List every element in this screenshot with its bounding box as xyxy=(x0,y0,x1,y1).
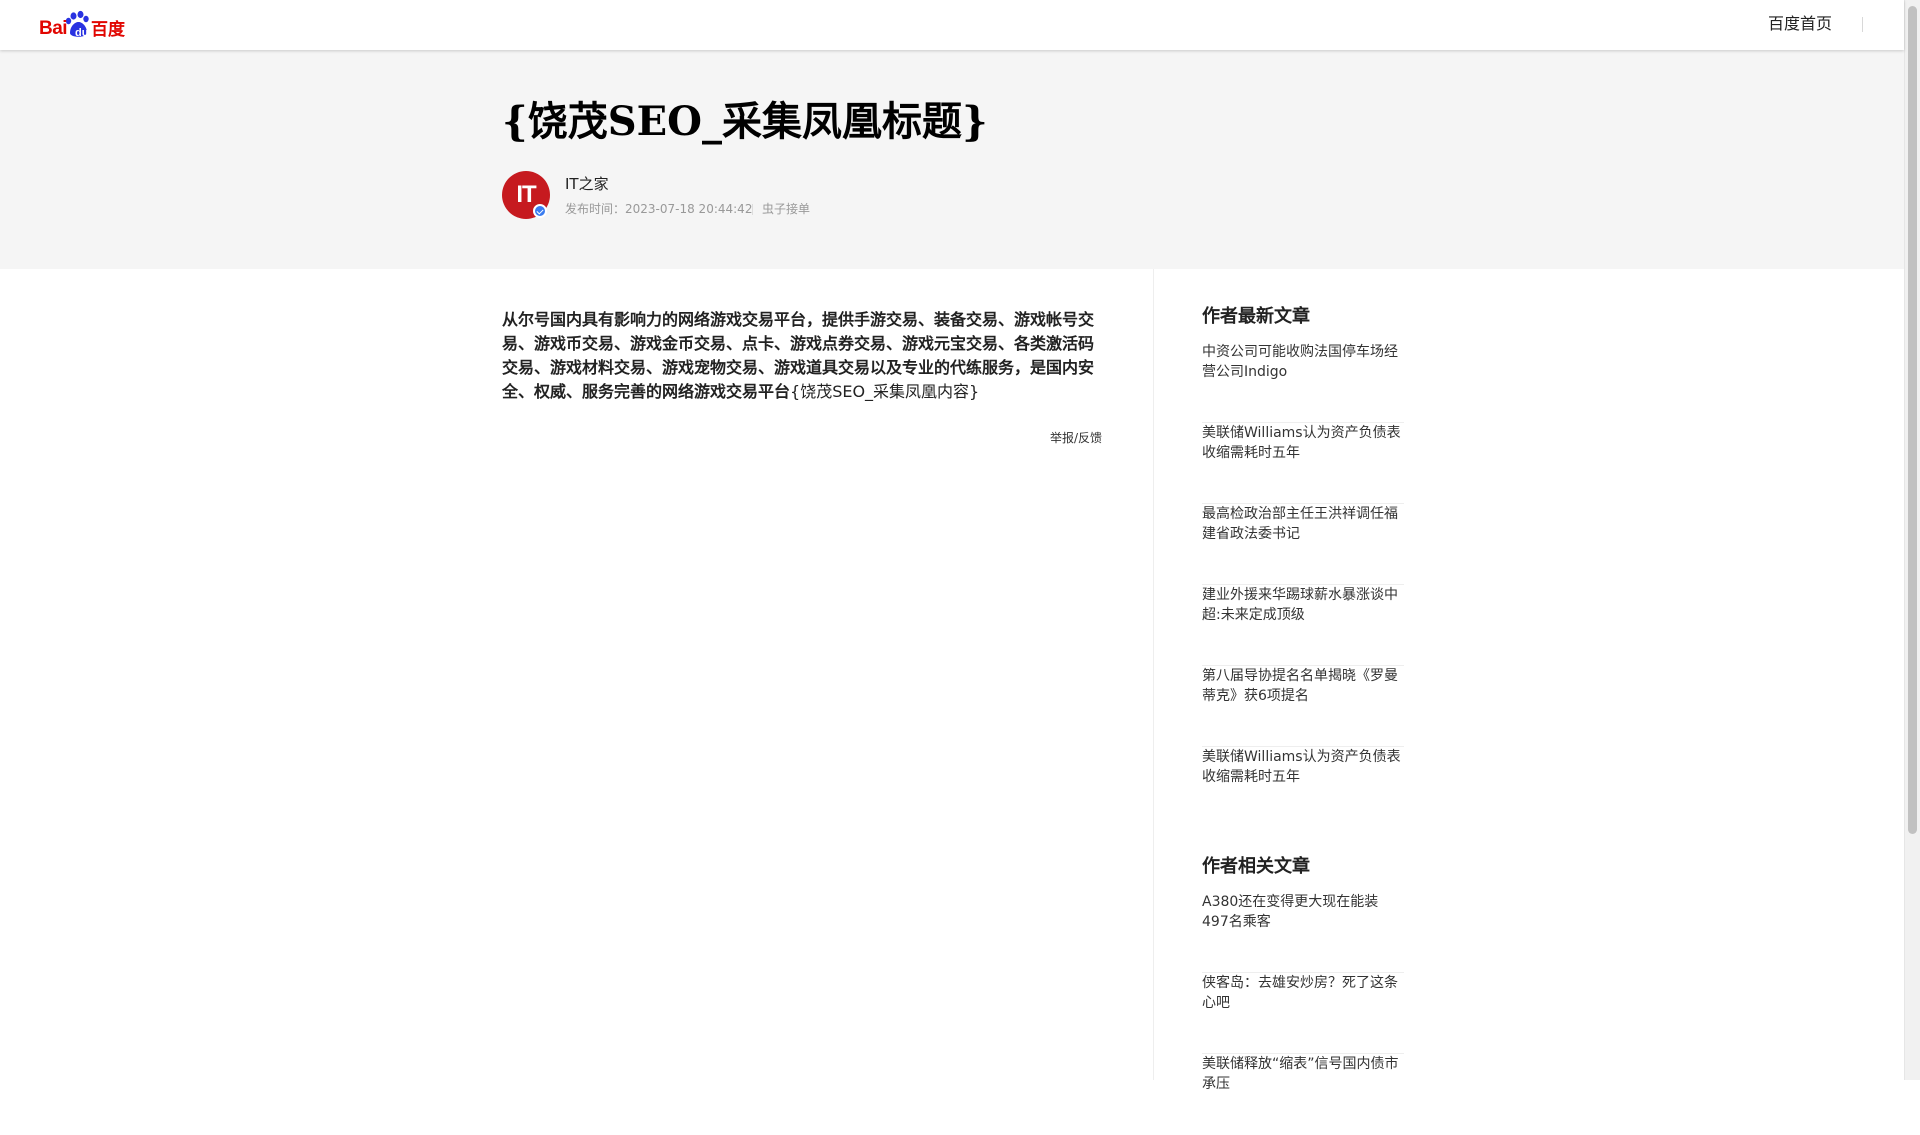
article-link[interactable]: 侠客岛：去雄安炒房？死了这条心吧 xyxy=(1202,973,1404,1013)
article-body-text: {饶茂SEO_采集凤凰内容} xyxy=(790,382,980,401)
column-divider xyxy=(1153,269,1154,1080)
logo-cn-text: 百度 xyxy=(91,20,125,39)
article-header xyxy=(0,50,1904,269)
logo-bai-text: Bai xyxy=(39,18,68,39)
latest-articles-list: 中资公司可能收购法国停车场经营公司Indigo 美联储Williams认为资产负… xyxy=(1202,342,1404,828)
logo-du-text: du xyxy=(75,27,89,39)
article-link[interactable]: 美联储释放“缩表”信号国内债市承压 xyxy=(1202,1054,1404,1094)
article-link[interactable]: 最高检政治部主任王洪祥调任福建省政法委书记 xyxy=(1202,504,1404,544)
related-article-item[interactable]: 美联储释放“缩表”信号国内债市承压 xyxy=(1202,1054,1404,1135)
author-sidebar: 作者最新文章 中资公司可能收购法国停车场经营公司Indigo 美联储Willia… xyxy=(1202,304,1404,1135)
latest-article-item[interactable]: 最高检政治部主任王洪祥调任福建省政法委书记 xyxy=(1202,504,1404,585)
verified-badge-icon xyxy=(533,204,547,218)
related-articles-list: A380还在变得更大现在能装497名乘客 侠客岛：去雄安炒房？死了这条心吧 美联… xyxy=(1202,892,1404,1135)
article-link[interactable]: 美联储Williams认为资产负债表收缩需耗时五年 xyxy=(1202,423,1404,463)
latest-article-item[interactable]: 中资公司可能收购法国停车场经营公司Indigo xyxy=(1202,342,1404,423)
related-articles-heading: 作者相关文章 xyxy=(1202,856,1310,877)
latest-article-item[interactable]: 建业外援来华踢球薪水暴涨谈中超:未来定成顶级 xyxy=(1202,585,1404,666)
latest-articles-heading: 作者最新文章 xyxy=(1202,306,1310,327)
top-navigation-bar: Bai du 百度 百度首页 xyxy=(0,0,1904,50)
baidu-home-link[interactable]: 百度首页 xyxy=(1768,13,1832,35)
topbar-divider xyxy=(1862,17,1863,32)
latest-article-item[interactable]: 美联储Williams认为资产负债表收缩需耗时五年 xyxy=(1202,423,1404,504)
article-link[interactable]: 中资公司可能收购法国停车场经营公司Indigo xyxy=(1202,342,1404,382)
latest-article-item[interactable]: 第八届导协提名名单揭晓《罗曼蒂克》获6项提名 xyxy=(1202,666,1404,747)
article-link[interactable]: 第八届导协提名名单揭晓《罗曼蒂克》获6项提名 xyxy=(1202,666,1404,706)
author-name[interactable]: IT之家 xyxy=(565,174,609,194)
scrollbar-thumb[interactable] xyxy=(1908,6,1917,834)
article-link[interactable]: A380还在变得更大现在能装497名乘客 xyxy=(1202,892,1404,932)
article-title: {饶茂SEO_采集凤凰标题} xyxy=(502,98,988,145)
baidu-logo[interactable]: Bai du 百度 xyxy=(39,9,125,41)
article-body: 从尔号国内具有影响力的网络游戏交易平台，提供手游交易、装备交易、游戏帐号交易、游… xyxy=(502,308,1102,404)
latest-article-item[interactable]: 美联储Williams认为资产负债表收缩需耗时五年 xyxy=(1202,747,1404,828)
report-feedback-link[interactable]: 举报/反馈 xyxy=(1040,430,1102,446)
related-article-item[interactable]: 侠客岛：去雄安炒房？死了这条心吧 xyxy=(1202,973,1404,1054)
article-source: 虫子接单 xyxy=(762,202,811,216)
article-link[interactable]: 美联储Williams认为资产负债表收缩需耗时五年 xyxy=(1202,747,1404,787)
publish-time: 发布时间：2023-07-18 20:44:42 xyxy=(565,202,753,216)
meta-divider xyxy=(752,204,753,215)
article-link[interactable]: 建业外援来华踢球薪水暴涨谈中超:未来定成顶级 xyxy=(1202,585,1404,625)
related-article-item[interactable]: A380还在变得更大现在能装497名乘客 xyxy=(1202,892,1404,973)
